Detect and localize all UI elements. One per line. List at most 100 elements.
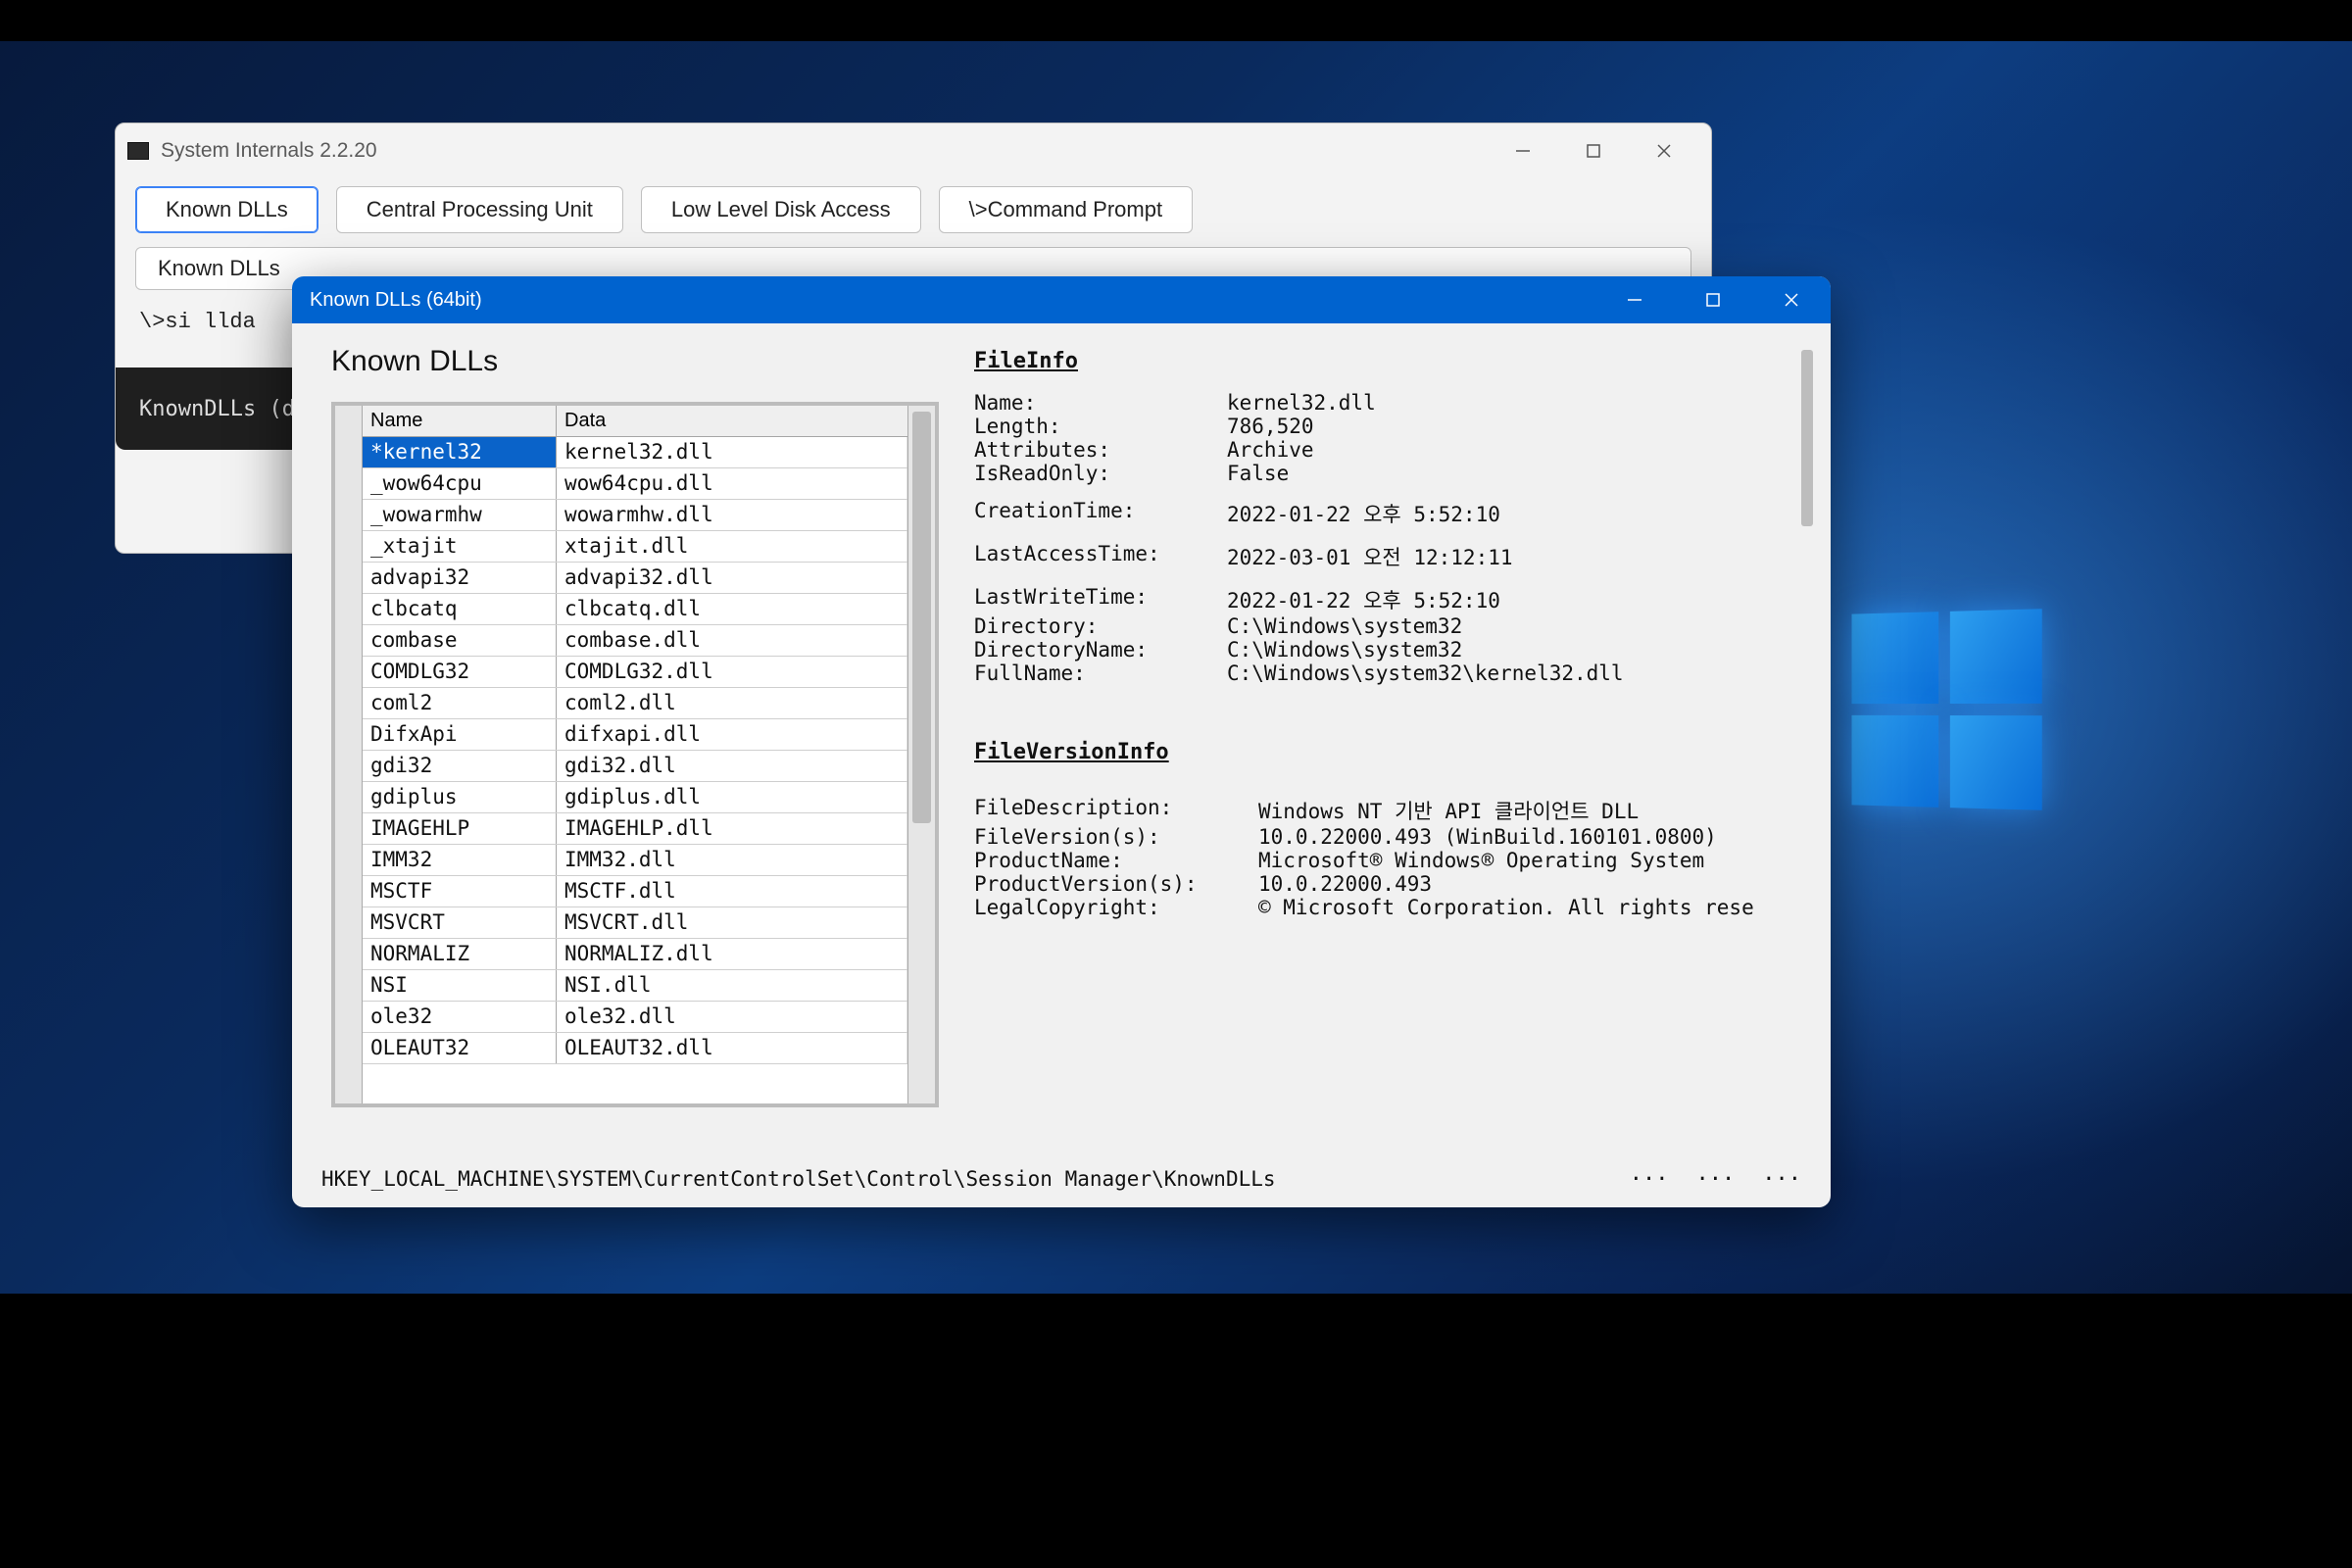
table-row[interactable]: advapi32advapi32.dll (363, 563, 907, 594)
property-row: Name:kernel32.dll (974, 391, 1815, 415)
grid-scrollbar[interactable] (907, 406, 935, 1103)
cell-data: OLEAUT32.dll (557, 1033, 907, 1063)
cell-name: gdi32 (363, 751, 557, 781)
property-key: Length: (974, 415, 1227, 438)
cell-data: MSVCRT.dll (557, 907, 907, 938)
cell-name: gdiplus (363, 782, 557, 812)
close-button[interactable] (1629, 127, 1699, 174)
property-row: Directory:C:\Windows\system32 (974, 614, 1815, 638)
table-row[interactable]: combasecombase.dll (363, 625, 907, 657)
status-menu-3[interactable]: ··· (1762, 1167, 1801, 1192)
grid-header[interactable]: Name Data (363, 406, 907, 437)
col-data[interactable]: Data (557, 406, 907, 436)
fileinfo-heading: FileInfo (974, 349, 1815, 373)
cell-data: COMDLG32.dll (557, 657, 907, 687)
property-value: © Microsoft Corporation. All rights rese (1258, 896, 1815, 919)
col-name[interactable]: Name (363, 406, 557, 436)
table-row[interactable]: _wow64cpuwow64cpu.dll (363, 468, 907, 500)
cell-data: IMM32.dll (557, 845, 907, 875)
table-row[interactable]: coml2coml2.dll (363, 688, 907, 719)
property-row: ProductVersion(s):10.0.22000.493 (974, 872, 1815, 896)
tab-command-prompt[interactable]: \>Command Prompt (939, 186, 1193, 233)
tab-low-level-disk[interactable]: Low Level Disk Access (641, 186, 921, 233)
property-value: C:\Windows\system32 (1227, 614, 1815, 638)
property-key: Directory: (974, 614, 1227, 638)
window-known-dlls: Known DLLs (64bit) Known DLLs Name Data (292, 276, 1831, 1207)
property-row: DirectoryName:C:\Windows\system32 (974, 638, 1815, 662)
maximize-button[interactable] (1674, 276, 1752, 323)
property-value: Windows NT 기반 API 클라이언트 DLL (1258, 796, 1815, 825)
table-row[interactable]: clbcatqclbcatq.dll (363, 594, 907, 625)
tab-cpu[interactable]: Central Processing Unit (336, 186, 623, 233)
table-row[interactable]: *kernel32kernel32.dll (363, 437, 907, 468)
property-key: FullName: (974, 662, 1227, 685)
heading: Known DLLs (331, 345, 939, 378)
window-title: System Internals 2.2.20 (161, 139, 377, 163)
property-value: False (1227, 462, 1815, 485)
property-key: Name: (974, 391, 1227, 415)
table-row[interactable]: _wowarmhwwowarmhw.dll (363, 500, 907, 531)
windows-logo (1852, 609, 2042, 810)
cell-data: IMAGEHLP.dll (557, 813, 907, 844)
table-row[interactable]: _xtajitxtajit.dll (363, 531, 907, 563)
property-row: Attributes:Archive (974, 438, 1815, 462)
cell-name: combase (363, 625, 557, 656)
property-key: Attributes: (974, 438, 1227, 462)
cell-data: xtajit.dll (557, 531, 907, 562)
table-row[interactable]: NSINSI.dll (363, 970, 907, 1002)
table-row[interactable]: gdiplusgdiplus.dll (363, 782, 907, 813)
property-value: 2022-01-22 오후 5:52:10 (1227, 499, 1815, 528)
property-key: CreationTime: (974, 499, 1227, 528)
close-button[interactable] (1752, 276, 1831, 323)
scrollbar-thumb[interactable] (912, 412, 931, 823)
property-row: CreationTime:2022-01-22 오후 5:52:10 (974, 499, 1815, 528)
table-row[interactable]: OLEAUT32OLEAUT32.dll (363, 1033, 907, 1064)
cell-name: *kernel32 (363, 437, 557, 467)
table-row[interactable]: IMAGEHLPIMAGEHLP.dll (363, 813, 907, 845)
status-menu-2[interactable]: ··· (1696, 1167, 1736, 1192)
cell-name: DifxApi (363, 719, 557, 750)
property-value: 786,520 (1227, 415, 1815, 438)
table-row[interactable]: ole32ole32.dll (363, 1002, 907, 1033)
cell-data: gdiplus.dll (557, 782, 907, 812)
property-row: FileVersion(s):10.0.22000.493 (WinBuild.… (974, 825, 1815, 849)
cell-data: coml2.dll (557, 688, 907, 718)
property-row: LegalCopyright:© Microsoft Corporation. … (974, 896, 1815, 919)
cell-data: gdi32.dll (557, 751, 907, 781)
property-value: Microsoft® Windows® Operating System (1258, 849, 1815, 872)
cell-name: _wowarmhw (363, 500, 557, 530)
cell-data: advapi32.dll (557, 563, 907, 593)
property-key: LastWriteTime: (974, 585, 1227, 614)
property-key: FileDescription: (974, 796, 1258, 825)
property-value: Archive (1227, 438, 1815, 462)
property-key: ProductName: (974, 849, 1258, 872)
table-row[interactable]: MSVCRTMSVCRT.dll (363, 907, 907, 939)
tab-known-dlls[interactable]: Known DLLs (135, 186, 318, 233)
maximize-button[interactable] (1558, 127, 1629, 174)
property-value: C:\Windows\system32\kernel32.dll (1227, 662, 1815, 685)
panel-scrollbar[interactable] (1801, 350, 1813, 526)
cell-name: COMDLG32 (363, 657, 557, 687)
minimize-button[interactable] (1488, 127, 1558, 174)
table-row[interactable]: DifxApidifxapi.dll (363, 719, 907, 751)
property-row: ProductName:Microsoft® Windows® Operatin… (974, 849, 1815, 872)
table-row[interactable]: MSCTFMSCTF.dll (363, 876, 907, 907)
cell-data: wow64cpu.dll (557, 468, 907, 499)
cell-name: NSI (363, 970, 557, 1001)
property-value: kernel32.dll (1227, 391, 1815, 415)
minimize-button[interactable] (1595, 276, 1674, 323)
cell-name: OLEAUT32 (363, 1033, 557, 1063)
table-row[interactable]: gdi32gdi32.dll (363, 751, 907, 782)
property-key: LegalCopyright: (974, 896, 1258, 919)
table-row[interactable]: COMDLG32COMDLG32.dll (363, 657, 907, 688)
property-key: LastAccessTime: (974, 542, 1227, 571)
cell-data: clbcatq.dll (557, 594, 907, 624)
table-row[interactable]: NORMALIZNORMALIZ.dll (363, 939, 907, 970)
cell-name: ole32 (363, 1002, 557, 1032)
cell-name: clbcatq (363, 594, 557, 624)
dll-grid[interactable]: Name Data *kernel32kernel32.dll_wow64cpu… (331, 402, 939, 1107)
cell-data: NSI.dll (557, 970, 907, 1001)
status-menu-1[interactable]: ··· (1630, 1167, 1669, 1192)
table-row[interactable]: IMM32IMM32.dll (363, 845, 907, 876)
dialog-title: Known DLLs (64bit) (310, 289, 482, 312)
